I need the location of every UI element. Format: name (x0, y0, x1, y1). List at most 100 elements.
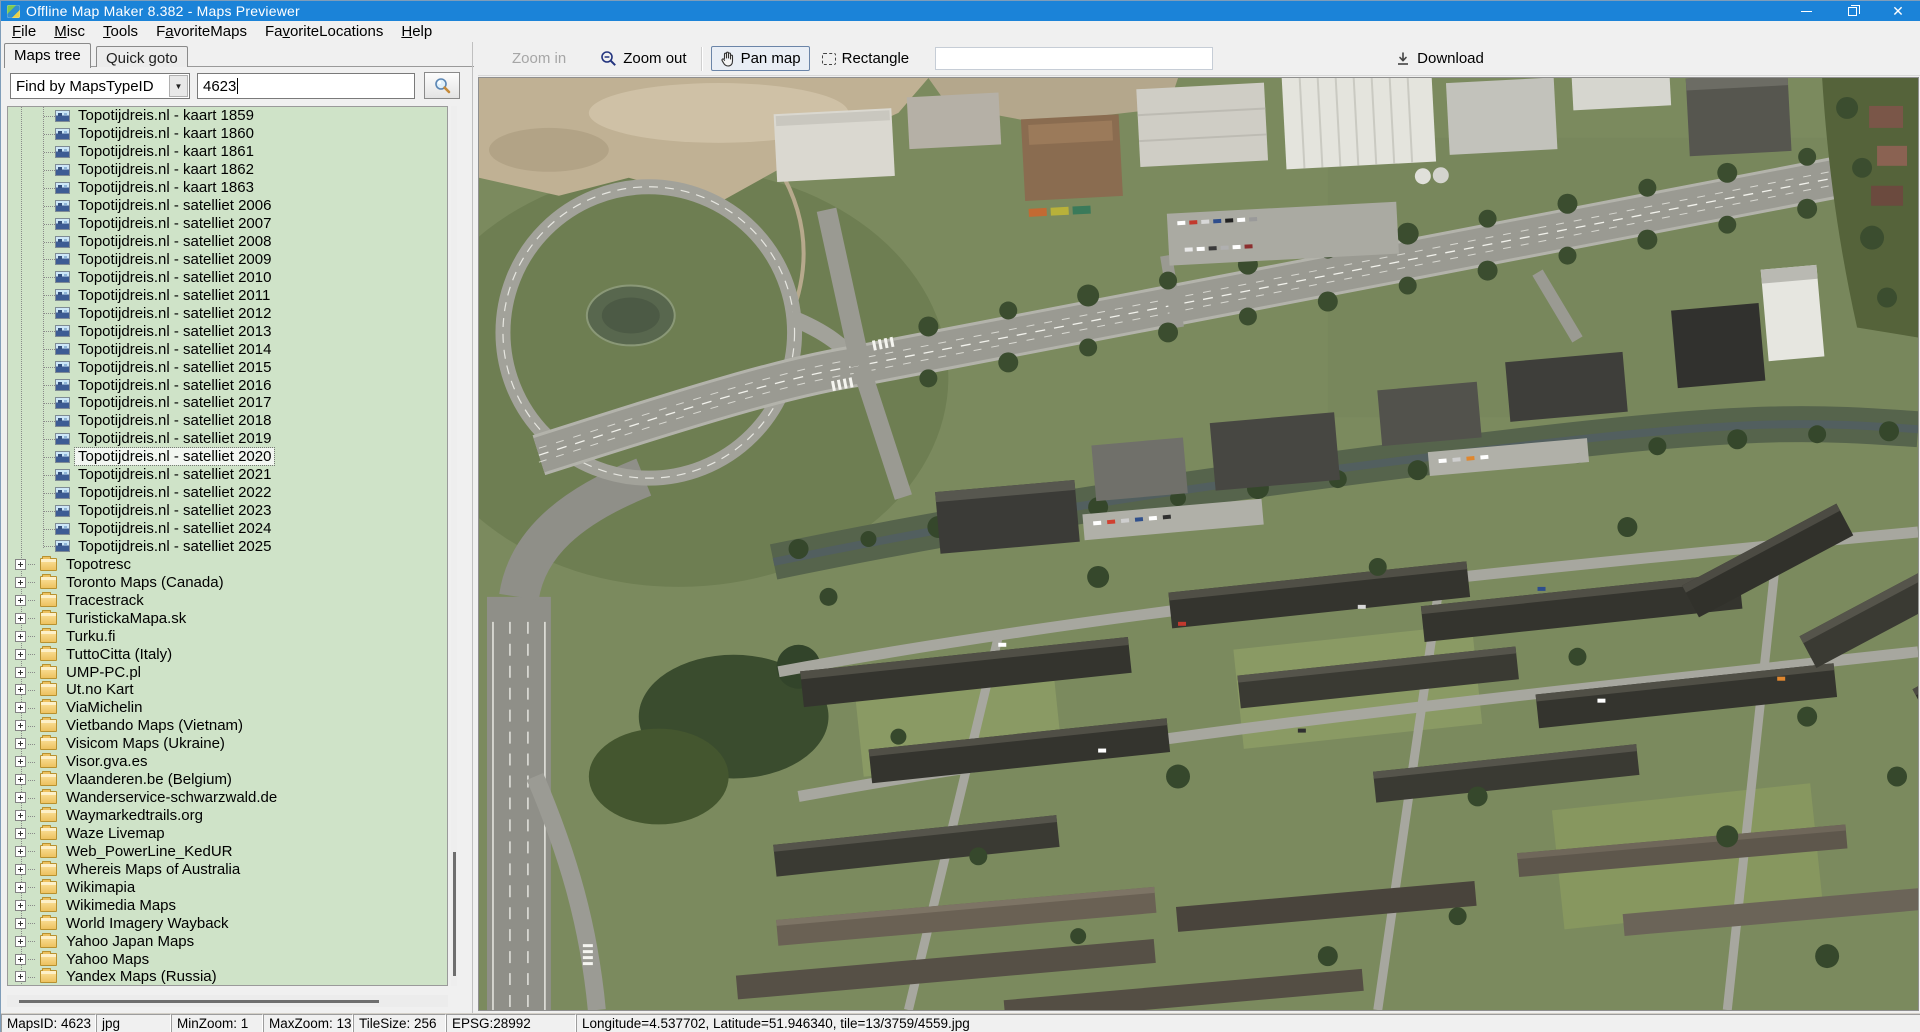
tree-leaf-item[interactable]: Topotijdreis.nl - satelliet 2022 (8, 484, 447, 502)
expand-plus-icon[interactable] (15, 613, 26, 624)
expand-plus-icon[interactable] (15, 631, 26, 642)
tree-leaf-item[interactable]: Topotijdreis.nl - satelliet 2014 (8, 340, 447, 358)
expand-plus-icon[interactable] (15, 971, 26, 982)
expand-plus-icon[interactable] (15, 900, 26, 911)
mapstypeid-input[interactable]: 4623 (197, 73, 415, 99)
tree-folder-item[interactable]: Yahoo Japan Maps (8, 932, 447, 950)
expand-plus-icon[interactable] (15, 649, 26, 660)
menu-help[interactable]: Help (392, 22, 441, 41)
tree-leaf-item[interactable]: Topotijdreis.nl - satelliet 2012 (8, 304, 447, 322)
tree-folder-item[interactable]: Yahoo Maps (8, 950, 447, 968)
tree-folder-item[interactable]: Vlaanderen.be (Belgium) (8, 771, 447, 789)
satellite-map-image[interactable] (478, 77, 1919, 1011)
chevron-down-icon[interactable]: ▼ (169, 75, 188, 97)
tree-folder-item[interactable]: Visor.gva.es (8, 753, 447, 771)
search-button[interactable] (424, 72, 460, 99)
tree-leaf-item[interactable]: Topotijdreis.nl - satelliet 2021 (8, 466, 447, 484)
tree-leaf-item[interactable]: Topotijdreis.nl - satelliet 2023 (8, 502, 447, 520)
tree-vertical-scrollbar-thumb[interactable] (453, 852, 456, 976)
expand-plus-icon[interactable] (15, 882, 26, 893)
tree-leaf-item[interactable]: Topotijdreis.nl - satelliet 2025 (8, 538, 447, 556)
tree-folder-item[interactable]: TuttoCitta (Italy) (8, 645, 447, 663)
title-bar[interactable]: Offline Map Maker 8.382 - Maps Previewer… (1, 1, 1920, 21)
expand-plus-icon[interactable] (15, 792, 26, 803)
tree-folder-item[interactable]: Visicom Maps (Ukraine) (8, 735, 447, 753)
tree-folder-item[interactable]: Whereis Maps of Australia (8, 860, 447, 878)
tree-leaf-item[interactable]: Topotijdreis.nl - satelliet 2019 (8, 430, 447, 448)
expand-plus-icon[interactable] (15, 846, 26, 857)
tree-leaf-item[interactable]: Topotijdreis.nl - kaart 1862 (8, 161, 447, 179)
pan-map-button[interactable]: Pan map (711, 46, 810, 71)
tree-leaf-item[interactable]: Topotijdreis.nl - satelliet 2007 (8, 215, 447, 233)
menu-tools[interactable]: Tools (94, 22, 147, 41)
tree-folder-item[interactable]: UMP-PC.pl (8, 663, 447, 681)
tree-folder-item[interactable]: ViaMichelin (8, 699, 447, 717)
expand-plus-icon[interactable] (15, 559, 26, 570)
tree-leaf-item[interactable]: Topotijdreis.nl - satelliet 2020 (8, 448, 447, 466)
tree-leaf-item[interactable]: Topotijdreis.nl - kaart 1861 (8, 143, 447, 161)
close-button[interactable]: ✕ (1875, 1, 1920, 21)
menu-file[interactable]: File (3, 22, 45, 41)
tree-folder-item[interactable]: Turku.fi (8, 627, 447, 645)
tree-leaf-item[interactable]: Topotijdreis.nl - satelliet 2010 (8, 268, 447, 286)
tree-leaf-item[interactable]: Topotijdreis.nl - kaart 1859 (8, 107, 447, 125)
menu-favoritelocations[interactable]: FavoriteLocations (256, 22, 392, 41)
tree-leaf-item[interactable]: Topotijdreis.nl - satelliet 2016 (8, 376, 447, 394)
expand-plus-icon[interactable] (15, 595, 26, 606)
tab-quick-goto[interactable]: Quick goto (96, 46, 188, 67)
tab-maps-tree[interactable]: Maps tree (4, 43, 91, 68)
tree-folder-item[interactable]: World Imagery Wayback (8, 914, 447, 932)
tree-folder-item[interactable]: Topotresc (8, 555, 447, 573)
expand-plus-icon[interactable] (15, 954, 26, 965)
expand-plus-icon[interactable] (15, 864, 26, 875)
menu-favoritemaps[interactable]: FavoriteMaps (147, 22, 256, 41)
expand-plus-icon[interactable] (15, 667, 26, 678)
zoom-out-button[interactable]: Zoom out (594, 46, 692, 71)
tree-item-label: World Imagery Wayback (63, 915, 232, 932)
expand-plus-icon[interactable] (15, 577, 26, 588)
download-button[interactable]: Download (1389, 46, 1490, 71)
tree-leaf-item[interactable]: Topotijdreis.nl - satelliet 2013 (8, 322, 447, 340)
expand-plus-icon[interactable] (15, 702, 26, 713)
tree-leaf-item[interactable]: Topotijdreis.nl - satelliet 2024 (8, 520, 447, 538)
tree-folder-item[interactable]: Ut.no Kart (8, 681, 447, 699)
tree-folder-item[interactable]: Wanderservice-schwarzwald.de (8, 789, 447, 807)
minimize-button[interactable] (1783, 1, 1829, 21)
expand-plus-icon[interactable] (15, 918, 26, 929)
toolbar-text-input[interactable] (935, 47, 1213, 70)
menu-misc[interactable]: Misc (45, 22, 94, 41)
tree-leaf-item[interactable]: Topotijdreis.nl - satelliet 2015 (8, 358, 447, 376)
tree-leaf-item[interactable]: Topotijdreis.nl - satelliet 2011 (8, 286, 447, 304)
tree-leaf-item[interactable]: Topotijdreis.nl - satelliet 2017 (8, 394, 447, 412)
tree-folder-item[interactable]: Wikimedia Maps (8, 896, 447, 914)
tree-leaf-item[interactable]: Topotijdreis.nl - satelliet 2018 (8, 412, 447, 430)
tree-folder-item[interactable]: Toronto Maps (Canada) (8, 573, 447, 591)
status-segment: MaxZoom: 13 (263, 1014, 353, 1032)
tree-folder-item[interactable]: Waymarkedtrails.org (8, 807, 447, 825)
tree-folder-item[interactable]: Yandex Maps (Russia) (8, 968, 447, 986)
tree-leaf-item[interactable]: Topotijdreis.nl - satelliet 2006 (8, 197, 447, 215)
find-by-dropdown[interactable]: Find by MapsTypeID ▼ (10, 73, 190, 99)
tree-leaf-item[interactable]: Topotijdreis.nl - satelliet 2009 (8, 251, 447, 269)
tree-leaf-item[interactable]: Topotijdreis.nl - kaart 1860 (8, 125, 447, 143)
tree-folder-item[interactable]: Vietbando Maps (Vietnam) (8, 717, 447, 735)
tree-leaf-item[interactable]: Topotijdreis.nl - kaart 1863 (8, 179, 447, 197)
pan-map-label: Pan map (741, 50, 801, 67)
tree-horizontal-scrollbar-thumb[interactable] (19, 1000, 379, 1003)
tree-folder-item[interactable]: TuristickaMapa.sk (8, 609, 447, 627)
tree-folder-item[interactable]: Wikimapia (8, 878, 447, 896)
expand-plus-icon[interactable] (15, 720, 26, 731)
expand-plus-icon[interactable] (15, 810, 26, 821)
expand-plus-icon[interactable] (15, 756, 26, 767)
expand-plus-icon[interactable] (15, 684, 26, 695)
tree-folder-item[interactable]: Waze Livemap (8, 825, 447, 843)
restore-button[interactable] (1829, 1, 1875, 21)
expand-plus-icon[interactable] (15, 774, 26, 785)
tree-folder-item[interactable]: Web_PowerLine_KedUR (8, 842, 447, 860)
expand-plus-icon[interactable] (15, 738, 26, 749)
expand-plus-icon[interactable] (15, 828, 26, 839)
tree-folder-item[interactable]: Tracestrack (8, 591, 447, 609)
tree-leaf-item[interactable]: Topotijdreis.nl - satelliet 2008 (8, 233, 447, 251)
expand-plus-icon[interactable] (15, 936, 26, 947)
rectangle-button[interactable]: Rectangle (816, 46, 916, 71)
